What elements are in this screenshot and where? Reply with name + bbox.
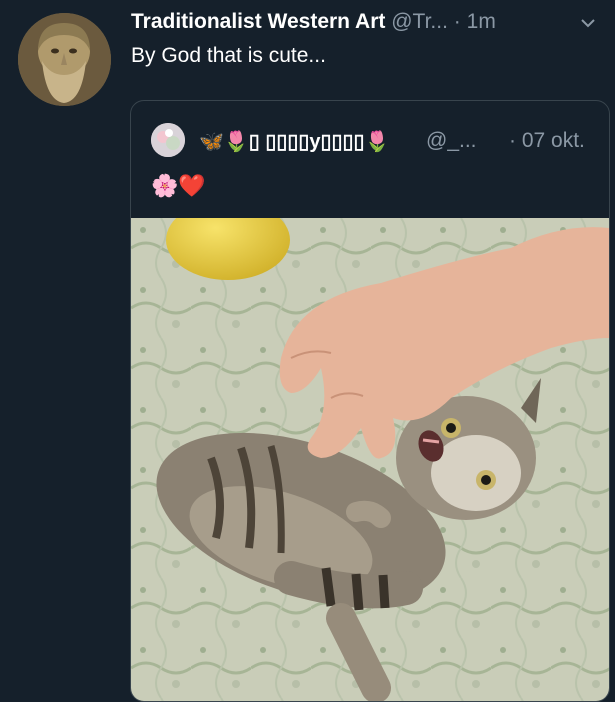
- separator-dot: ·: [453, 10, 461, 33]
- date-text: 07 okt.: [521, 129, 585, 152]
- author-avatar[interactable]: [18, 13, 111, 106]
- quoted-tweet-emojis: 🌸❤️: [151, 173, 206, 198]
- tweet-time[interactable]: 1m: [467, 10, 496, 33]
- chevron-down-icon[interactable]: [579, 14, 597, 32]
- quoted-tweet-media[interactable]: [131, 200, 609, 701]
- author-name[interactable]: Traditionalist Western Art: [131, 10, 385, 33]
- author-handle[interactable]: @Tr...: [391, 10, 448, 33]
- quoted-author-handle[interactable]: @_...: [426, 129, 477, 153]
- quoted-author-name[interactable]: 🦋🌷▯ ▯▯▯▯y▯▯▯▯🌷: [199, 129, 389, 154]
- quoted-author-avatar[interactable]: [151, 123, 185, 157]
- tweet-header: Traditionalist Western Art @Tr... · 1m: [131, 10, 597, 40]
- kitten-photo-icon: [131, 200, 609, 701]
- quoted-tweet-date: · 07 okt.: [509, 129, 585, 153]
- quoted-tweet-card[interactable]: 🦋🌷▯ ▯▯▯▯y▯▯▯▯🌷 @_... · 07 okt. 🌸❤️: [130, 100, 610, 702]
- floral-avatar-icon: [151, 123, 185, 157]
- quoted-tweet-header: 🦋🌷▯ ▯▯▯▯y▯▯▯▯🌷 @_... · 07 okt.: [151, 123, 599, 159]
- tweet-text: By God that is cute...: [131, 44, 326, 67]
- separator-dot: ·: [509, 129, 516, 152]
- bust-portrait-avatar-icon: [18, 13, 111, 106]
